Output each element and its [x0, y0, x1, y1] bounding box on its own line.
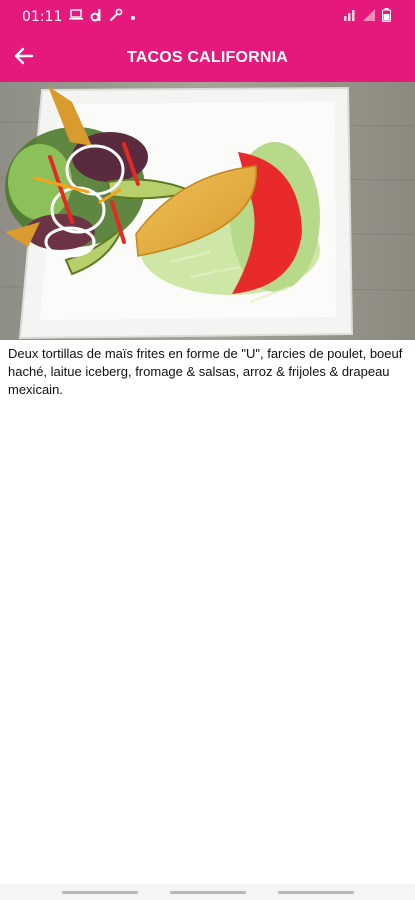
product-image [0, 82, 415, 340]
dot-icon [130, 9, 136, 25]
wrench-icon [109, 8, 123, 26]
status-bar: 01:11 [0, 0, 415, 34]
nav-recents-handle[interactable] [62, 891, 138, 894]
page-title: TACOS CALIFORNIA [126, 49, 289, 66]
status-time: 01:11 [22, 9, 63, 25]
product-description: Deux tortillas de maïs frites en forme d… [8, 346, 403, 397]
battery-icon [382, 7, 391, 27]
system-nav-bar [0, 884, 415, 900]
app-bar: TACOS CALIFORNIA [0, 34, 415, 82]
nav-back-handle[interactable] [278, 891, 354, 894]
arrow-left-icon [12, 44, 36, 73]
laptop-icon [69, 9, 84, 25]
status-left: 01:11 [22, 8, 136, 26]
nav-home-handle[interactable] [170, 891, 246, 894]
back-button[interactable] [6, 40, 42, 76]
status-right [344, 7, 391, 27]
dailymotion-d-icon [90, 8, 102, 26]
signal-bars-icon [362, 8, 376, 27]
signal-icon [344, 8, 356, 27]
